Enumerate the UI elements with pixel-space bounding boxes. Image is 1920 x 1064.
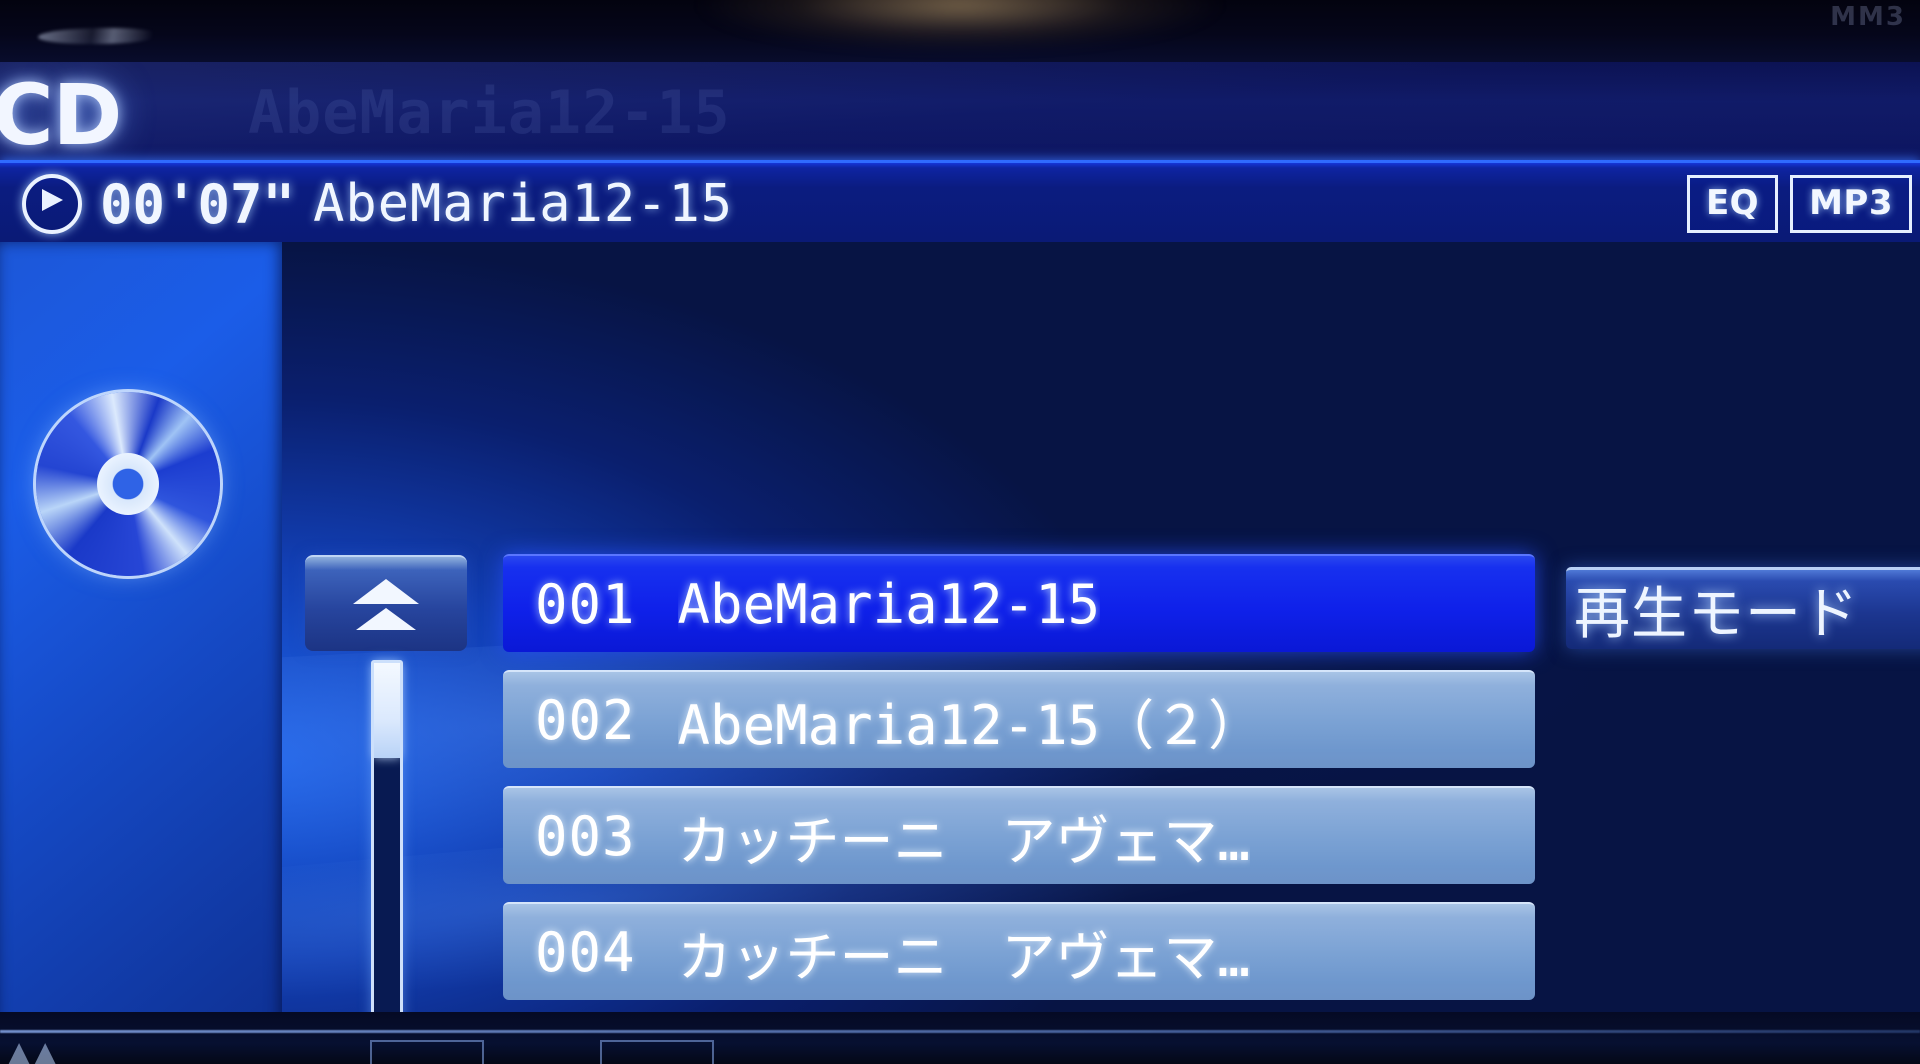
table-row[interactable]: 002 AbeMaria12-15（２） bbox=[503, 670, 1535, 768]
ghost-bezel-text: ▲▲ bbox=[6, 1034, 59, 1064]
track-number: 004 bbox=[535, 920, 636, 984]
play-mode-button[interactable]: 再生モード bbox=[1566, 567, 1920, 649]
eq-badge[interactable]: EQ bbox=[1686, 175, 1779, 233]
media-panel bbox=[0, 242, 282, 1064]
track-number: 001 bbox=[535, 572, 636, 636]
status-badges: EQ MP3 bbox=[1686, 175, 1912, 233]
main-content: Sound 001 AbeMaria12-15 002 AbeMaria12-1… bbox=[0, 242, 1920, 1064]
header-ghost-title: AbeMaria12-15 bbox=[248, 78, 731, 148]
track-title: カッチーニ アヴェマ… bbox=[677, 925, 1251, 989]
header-bar: AbeMaria12-15 CD bbox=[0, 62, 1920, 160]
ghost-label-mm3: MM3 bbox=[1830, 2, 1906, 32]
status-left-group: 00'07" AbeMaria12-15 bbox=[22, 167, 733, 241]
track-title: AbeMaria12-15 bbox=[677, 572, 1101, 636]
double-chevron-up-icon-lower bbox=[356, 607, 416, 630]
bezel-highlight-line bbox=[0, 1030, 1920, 1033]
screen-reflection bbox=[38, 28, 158, 44]
ghost-button-1 bbox=[370, 1040, 484, 1064]
ghost-button-2 bbox=[600, 1040, 714, 1064]
top-bezel: MM3 bbox=[0, 0, 1920, 62]
table-row[interactable]: 004 カッチーニ アヴェマ… bbox=[503, 902, 1535, 1000]
track-number: 002 bbox=[535, 688, 636, 752]
play-status-icon bbox=[22, 174, 82, 234]
table-row[interactable]: 001 AbeMaria12-15 bbox=[503, 554, 1535, 652]
scrollbar-thumb[interactable] bbox=[374, 663, 400, 758]
track-list: 001 AbeMaria12-15 002 AbeMaria12-15（２） 0… bbox=[503, 554, 1535, 1064]
mp3-badge: MP3 bbox=[1790, 175, 1912, 233]
status-bar: 00'07" AbeMaria12-15 EQ MP3 bbox=[0, 160, 1920, 245]
bottom-bezel: ▲▲ bbox=[0, 1012, 1920, 1064]
track-title: AbeMaria12-15（２） bbox=[677, 693, 1263, 757]
list-scrollbar[interactable] bbox=[371, 660, 403, 1030]
page-title: CD bbox=[0, 66, 122, 160]
head-unit-screen: MM3 AbeMaria12-15 CD 00'07" AbeMaria12-1… bbox=[0, 0, 1920, 1064]
cd-disc-icon bbox=[36, 392, 220, 576]
elapsed-time: 00'07" bbox=[100, 172, 296, 236]
double-chevron-up-icon bbox=[353, 578, 419, 604]
now-playing-title: AbeMaria12-15 bbox=[313, 174, 734, 234]
page-up-button[interactable] bbox=[305, 555, 467, 651]
table-row[interactable]: 003 カッチーニ アヴェマ… bbox=[503, 786, 1535, 884]
track-title: カッチーニ アヴェマ… bbox=[677, 809, 1251, 873]
screen-glare bbox=[700, 0, 1220, 50]
track-number: 003 bbox=[535, 804, 636, 868]
play-mode-label: 再生モード bbox=[1574, 582, 1859, 647]
